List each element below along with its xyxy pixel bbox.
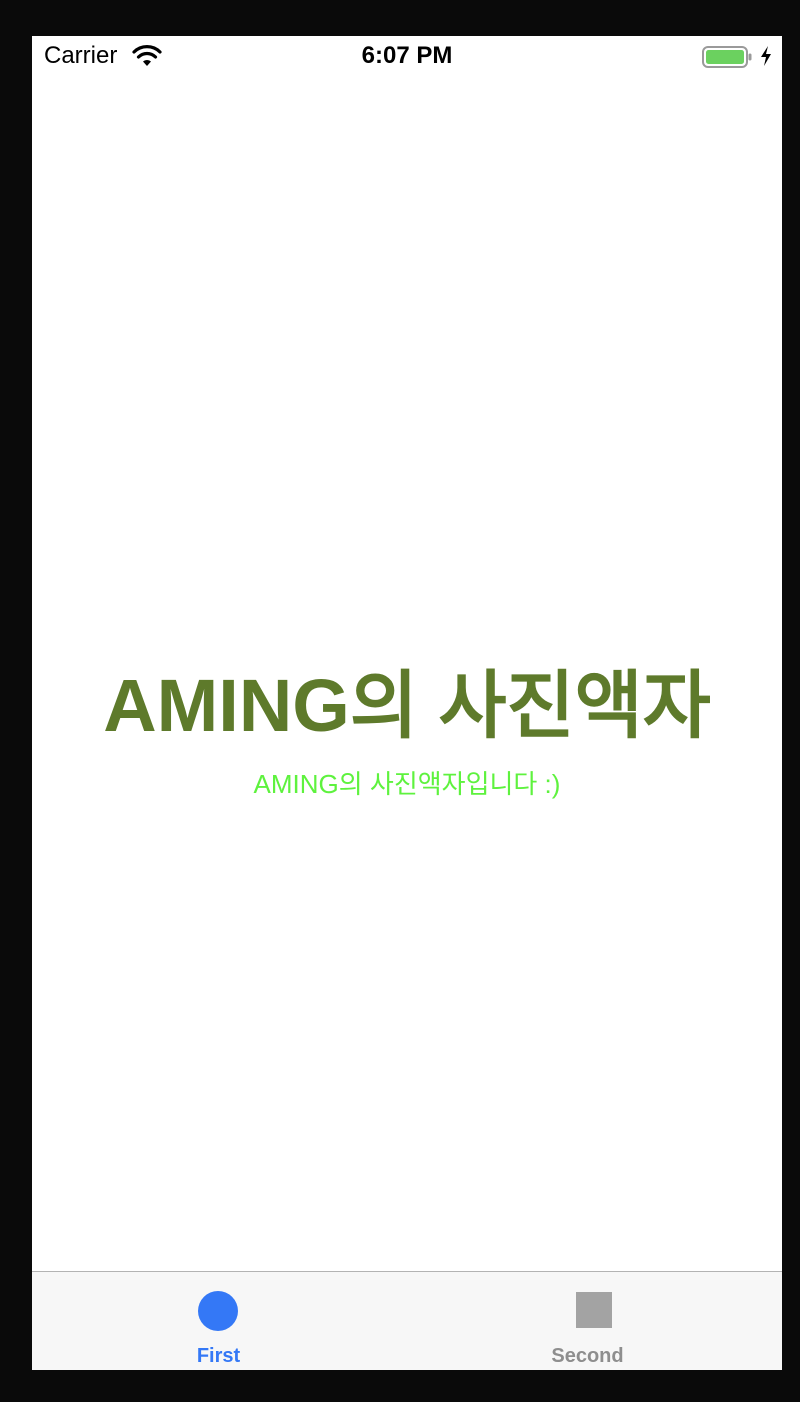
tab-second-label: Second (551, 1345, 624, 1367)
charging-bolt-icon (761, 46, 771, 66)
page-subtitle: AMING의 사진액자입니다 :) (253, 769, 561, 799)
tab-second[interactable]: Second (407, 1272, 782, 1370)
status-bar: Carrier 6:07 PM (32, 36, 782, 76)
battery-icon (702, 46, 752, 68)
square-icon (576, 1292, 612, 1328)
page-title: AMING의 사진액자 (103, 664, 711, 747)
status-time: 6:07 PM (361, 42, 453, 69)
tab-first[interactable]: First (32, 1272, 407, 1370)
tab-bar: First Second (32, 1271, 782, 1370)
tab-first-label: First (196, 1345, 241, 1367)
app-screen: Carrier 6:07 PM AMING의 사진액자 AMING의 사진액자입… (32, 36, 782, 1370)
circle-icon (198, 1291, 238, 1331)
device-frame: Carrier 6:07 PM AMING의 사진액자 AMING의 사진액자입… (0, 0, 800, 1402)
